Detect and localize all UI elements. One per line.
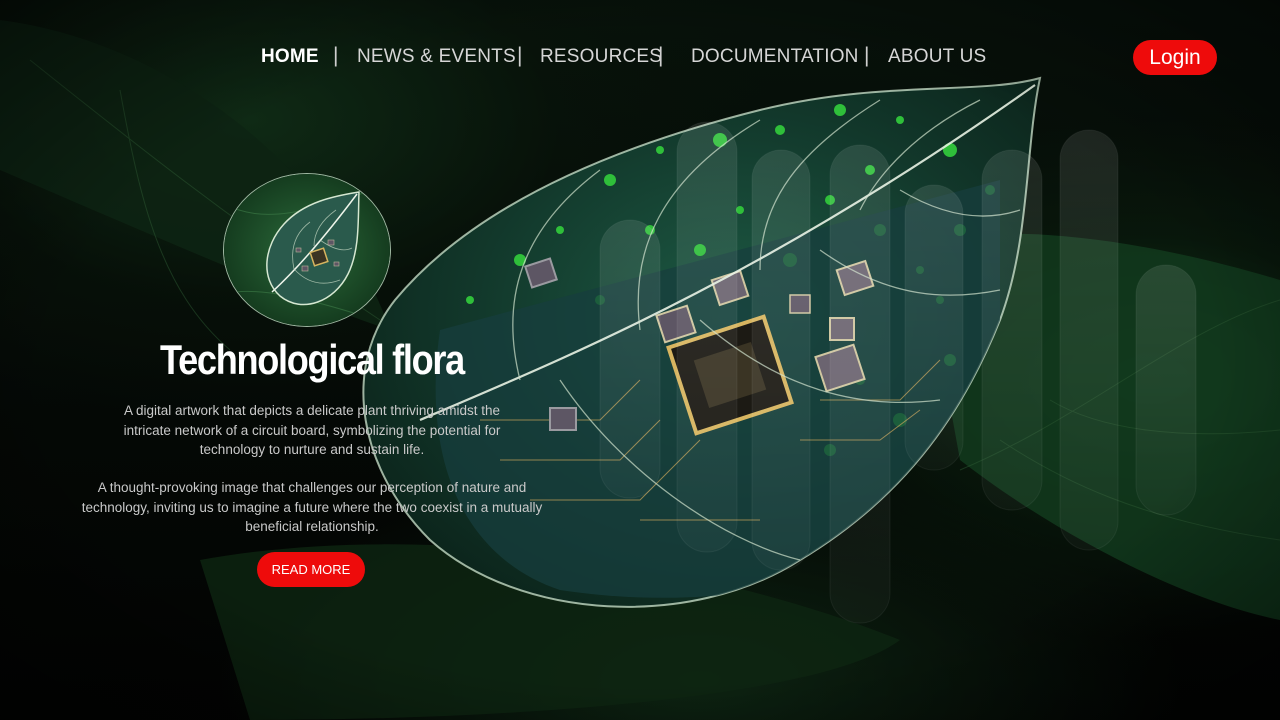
hero-paragraph-2: A thought-provoking image that challenge… [81, 480, 543, 534]
leaf-circuit-thumbnail [223, 173, 391, 327]
nav-separator: | [333, 44, 339, 67]
nav-item-about-us[interactable]: ABOUT US [888, 46, 986, 68]
login-button[interactable]: Login [1133, 40, 1217, 75]
read-more-button[interactable]: READ MORE [257, 552, 365, 587]
nav-item-home[interactable]: HOME [261, 46, 319, 68]
hero-stage: HOME | NEWS & EVENTS | RESOURCES | DOCUM… [0, 0, 1280, 720]
nav-separator: | [658, 44, 664, 67]
nav-separator: | [517, 44, 523, 67]
nav-item-resources[interactable]: RESOURCES [540, 46, 662, 68]
nav-item-news-events[interactable]: NEWS & EVENTS [357, 46, 516, 68]
top-nav: HOME | NEWS & EVENTS | RESOURCES | DOCUM… [0, 44, 1280, 72]
leaf-circuit-icon [224, 174, 390, 326]
nav-separator: | [864, 44, 870, 67]
hero-title: Technological flora [160, 336, 465, 383]
hero-paragraph-1: A digital artwork that depicts a delicat… [123, 403, 501, 457]
nav-item-documentation[interactable]: DOCUMENTATION [691, 46, 859, 68]
